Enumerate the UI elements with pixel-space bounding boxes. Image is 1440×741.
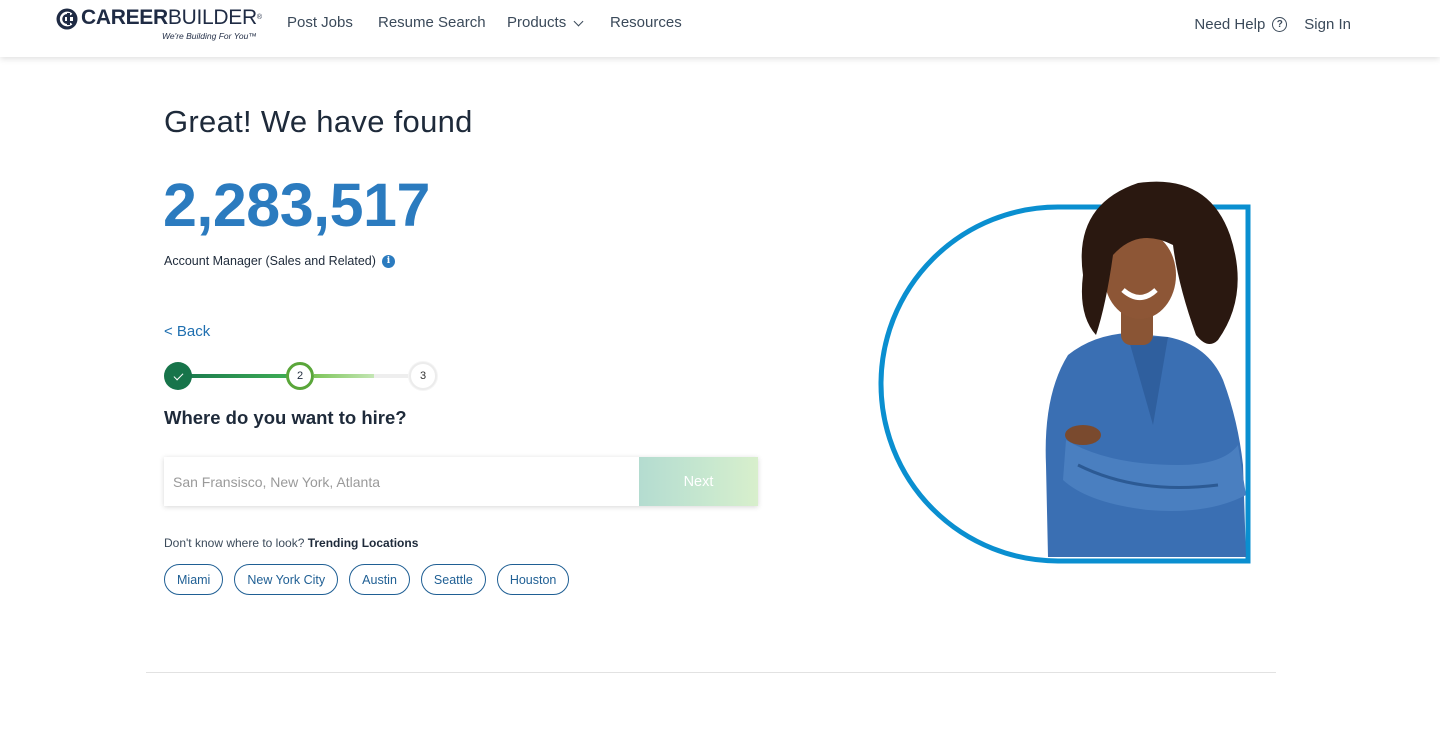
nav-resume-search[interactable]: Resume Search <box>378 14 486 32</box>
trending-locations-label: Don't know where to look? Trending Locat… <box>164 536 418 550</box>
trending-prefix: Don't know where to look? <box>164 536 305 550</box>
job-title-row: Account Manager (Sales and Related) i <box>164 254 395 268</box>
nav-products[interactable]: Products <box>507 14 584 32</box>
check-icon <box>173 370 183 380</box>
info-icon[interactable]: i <box>381 254 395 268</box>
location-chip-new-york-city[interactable]: New York City <box>234 564 339 595</box>
nav-products-label: Products <box>507 14 567 31</box>
logo-wordmark: CAREERBUILDER® <box>81 6 262 29</box>
job-title-label: Account Manager (Sales and Related) <box>164 254 376 268</box>
need-help-label: Need Help <box>1194 16 1266 33</box>
step-1-complete <box>164 362 192 390</box>
question-circle-icon: ? <box>1272 17 1288 32</box>
sign-in-link[interactable]: Sign In <box>1304 16 1351 33</box>
header-actions: Need Help ? Sign In <box>1194 16 1351 33</box>
page-headline: Great! We have found <box>164 104 473 139</box>
footer-divider <box>146 672 1276 673</box>
step-3-pending: 3 <box>409 362 437 390</box>
back-link[interactable]: < Back <box>164 323 210 340</box>
logo-tagline: We're Building For You™ <box>162 31 257 41</box>
candidate-count: 2,283,517 <box>163 171 430 239</box>
location-chip-seattle[interactable]: Seattle <box>420 564 486 595</box>
nav-post-jobs[interactable]: Post Jobs <box>287 14 353 32</box>
careerbuilder-logo[interactable]: CAREERBUILDER® We're Building For You™ <box>56 7 262 45</box>
location-input[interactable] <box>164 457 639 506</box>
location-chip-houston[interactable]: Houston <box>496 564 570 595</box>
need-help-link[interactable]: Need Help ? <box>1194 16 1288 33</box>
location-chip-miami[interactable]: Miami <box>164 564 224 595</box>
nav-resources[interactable]: Resources <box>610 14 682 32</box>
stepper-track-complete <box>184 374 292 378</box>
trending-location-chips: Miami New York City Austin Seattle Houst… <box>164 564 570 595</box>
location-question: Where do you want to hire? <box>164 407 407 428</box>
stepper-track-current <box>314 374 374 378</box>
location-search-box: Next <box>164 457 758 506</box>
location-chip-austin[interactable]: Austin <box>349 564 410 595</box>
next-button[interactable]: Next <box>639 457 758 506</box>
careerbuilder-logo-icon <box>56 8 78 30</box>
chevron-down-icon <box>573 16 584 26</box>
trending-title: Trending Locations <box>307 536 419 550</box>
progress-stepper: 2 3 <box>164 362 439 390</box>
step-2-current: 2 <box>286 362 314 390</box>
hero-illustration <box>878 181 1251 564</box>
top-navigation-bar: CAREERBUILDER® We're Building For You™ P… <box>0 0 1440 57</box>
